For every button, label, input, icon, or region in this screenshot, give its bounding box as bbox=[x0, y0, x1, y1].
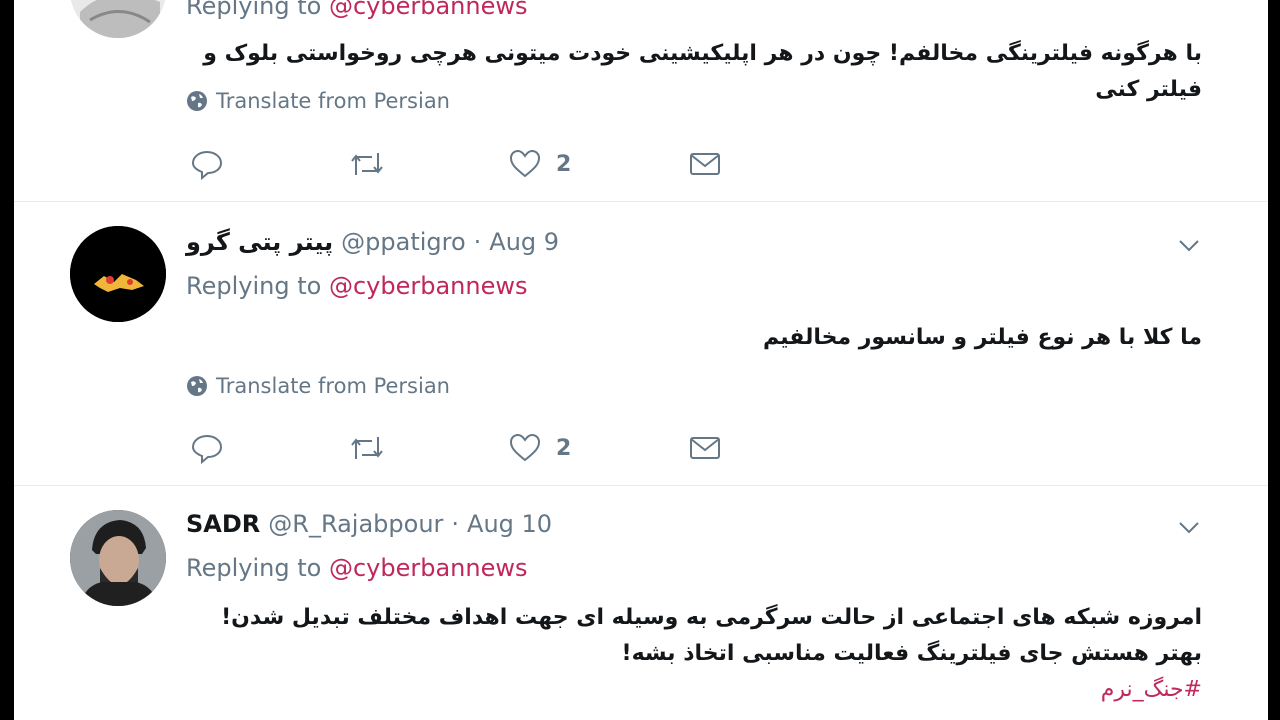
chevron-down-icon[interactable] bbox=[1176, 232, 1202, 258]
like-count: 2 bbox=[556, 435, 572, 461]
retweet-button[interactable] bbox=[348, 430, 386, 466]
replying-label: Replying to bbox=[186, 272, 322, 300]
replying-label: Replying to bbox=[186, 554, 322, 582]
reply-icon bbox=[191, 150, 223, 181]
tweet-2[interactable]: پیتر پتی گرو @ppatigro · Aug 9 Replying … bbox=[14, 202, 1268, 486]
replying-label: Replying to bbox=[186, 0, 322, 20]
tweet-text: امروزه شبکه های اجتماعی از حالت سرگرمی ب… bbox=[202, 600, 1202, 708]
timeline: Replying to @cyberbannews با هرگونه فیلت… bbox=[14, 0, 1268, 720]
like-button[interactable]: 2 bbox=[508, 430, 571, 466]
retweet-button[interactable] bbox=[348, 146, 386, 182]
user-handle[interactable]: @R_Rajabpour bbox=[268, 510, 443, 538]
like-count: 2 bbox=[556, 151, 572, 177]
envelope-icon bbox=[690, 437, 720, 459]
reply-handle-link[interactable]: @cyberbannews bbox=[329, 0, 528, 20]
tweet-actions: 2 bbox=[190, 146, 750, 182]
avatar[interactable] bbox=[70, 510, 166, 606]
heart-icon bbox=[509, 149, 541, 178]
reply-handle-link[interactable]: @cyberbannews bbox=[329, 554, 528, 582]
avatar[interactable] bbox=[70, 0, 166, 38]
tweet-date[interactable]: Aug 9 bbox=[489, 228, 559, 256]
globe-icon bbox=[187, 91, 207, 111]
tweet-header: پیتر پتی گرو @ppatigro · Aug 9 bbox=[186, 228, 559, 258]
heart-icon bbox=[509, 433, 541, 462]
avatar[interactable] bbox=[70, 226, 166, 322]
message-button[interactable] bbox=[688, 430, 722, 466]
retweet-icon bbox=[351, 153, 383, 175]
tweet-text-line: بهتر هستش جای فیلترینگ فعالیت مناسبی اتخ… bbox=[621, 641, 1202, 666]
tweet-text: ما کلا با هر نوع فیلتر و سانسور مخالفیم bbox=[763, 325, 1202, 350]
tweet-text-line: امروزه شبکه های اجتماعی از حالت سرگرمی ب… bbox=[221, 605, 1202, 630]
reply-button[interactable] bbox=[190, 430, 224, 466]
display-name[interactable]: پیتر پتی گرو bbox=[186, 228, 333, 256]
chevron-down-icon[interactable] bbox=[1176, 514, 1202, 540]
user-handle[interactable]: @ppatigro bbox=[341, 228, 466, 256]
globe-icon bbox=[187, 376, 207, 396]
tweet-header: SADR @R_Rajabpour · Aug 10 bbox=[186, 510, 552, 540]
reply-button[interactable] bbox=[190, 146, 224, 182]
reply-icon bbox=[191, 434, 223, 465]
hashtag-link[interactable]: #جنگ_نرم bbox=[202, 672, 1202, 708]
translate-label: Translate from Persian bbox=[216, 374, 450, 398]
tweet-actions: 2 bbox=[190, 430, 750, 466]
replying-to: Replying to @cyberbannews bbox=[186, 0, 527, 20]
display-name[interactable]: SADR bbox=[186, 510, 260, 538]
replying-to: Replying to @cyberbannews bbox=[186, 554, 527, 582]
like-button[interactable]: 2 bbox=[508, 146, 571, 182]
envelope-icon bbox=[690, 153, 720, 175]
tweet-1[interactable]: Replying to @cyberbannews با هرگونه فیلت… bbox=[14, 0, 1268, 200]
translate-label: Translate from Persian bbox=[216, 89, 450, 113]
tweet-date[interactable]: Aug 10 bbox=[467, 510, 552, 538]
replying-to: Replying to @cyberbannews bbox=[186, 272, 527, 300]
separator: · bbox=[473, 228, 482, 256]
translate-link[interactable]: Translate from Persian bbox=[186, 89, 450, 113]
message-button[interactable] bbox=[688, 146, 722, 182]
separator: · bbox=[451, 510, 460, 538]
retweet-icon bbox=[351, 437, 383, 459]
reply-handle-link[interactable]: @cyberbannews bbox=[329, 272, 528, 300]
translate-link[interactable]: Translate from Persian bbox=[186, 374, 450, 398]
tweet-3[interactable]: SADR @R_Rajabpour · Aug 10 Replying to @… bbox=[14, 486, 1268, 720]
